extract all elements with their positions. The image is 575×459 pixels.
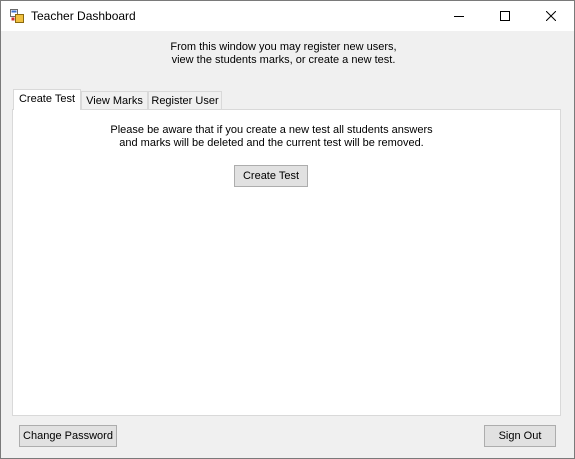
intro-text: From this window you may register new us… — [1, 41, 566, 67]
warning-line-2: and marks will be deleted and the curren… — [119, 137, 424, 149]
warning-line-1: Please be aware that if you create a new… — [110, 124, 433, 136]
change-password-button[interactable]: Change Password — [19, 425, 117, 447]
warning-text: Please be aware that if you create a new… — [13, 124, 530, 150]
minimize-button[interactable] — [436, 1, 482, 31]
sign-out-button[interactable]: Sign Out — [484, 425, 556, 447]
tab-view-marks[interactable]: View Marks — [81, 91, 148, 110]
create-test-button[interactable]: Create Test — [234, 165, 308, 187]
create-test-panel: Please be aware that if you create a new… — [12, 109, 561, 416]
close-button[interactable] — [528, 1, 574, 31]
maximize-button[interactable] — [482, 1, 528, 31]
intro-line-1: From this window you may register new us… — [170, 41, 397, 53]
tab-register-user[interactable]: Register User — [148, 91, 222, 110]
title-bar[interactable]: Teacher Dashboard — [1, 1, 574, 31]
tab-create-test[interactable]: Create Test — [13, 89, 81, 110]
maximize-icon — [500, 11, 510, 21]
app-icon — [10, 9, 24, 23]
teacher-dashboard-window: Teacher Dashboard From this window you m… — [0, 0, 575, 459]
window-title: Teacher Dashboard — [31, 9, 136, 23]
close-icon — [546, 11, 556, 21]
intro-line-2: view the students marks, or create a new… — [171, 54, 396, 66]
minimize-icon — [454, 16, 464, 17]
